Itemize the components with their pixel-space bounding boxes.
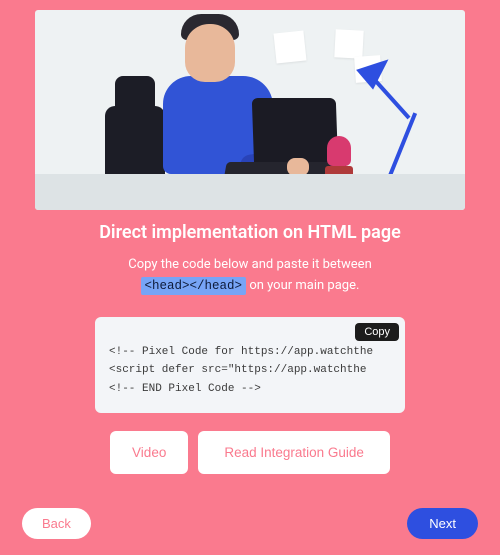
sticky-note-icon: [334, 29, 363, 58]
sticky-note-icon: [274, 31, 307, 64]
chair-icon: [105, 106, 165, 176]
code-block[interactable]: <!-- Pixel Code for https://app.watchthe…: [109, 343, 391, 399]
subtitle-text-post: on your main page.: [249, 278, 359, 293]
code-card: Copy <!-- Pixel Code for https://app.wat…: [95, 317, 405, 413]
subtitle-text-pre: Copy the code below and paste it between: [128, 257, 372, 272]
inline-code-snippet: <head></head>: [141, 277, 247, 295]
copy-button[interactable]: Copy: [355, 323, 399, 341]
back-button[interactable]: Back: [22, 508, 91, 539]
next-button[interactable]: Next: [407, 508, 478, 539]
desk-icon: [35, 174, 465, 210]
page-subtitle: Copy the code below and paste it between…: [40, 255, 460, 297]
code-line: <!-- Pixel Code for https://app.watchthe: [109, 346, 373, 358]
person-head: [185, 24, 235, 82]
page-title: Direct implementation on HTML page: [40, 222, 460, 243]
lamp-icon: [387, 112, 417, 178]
code-line: <script defer src="https://app.watchthe: [109, 364, 366, 376]
cactus-icon: [327, 136, 351, 166]
video-button[interactable]: Video: [110, 431, 188, 474]
integration-guide-button[interactable]: Read Integration Guide: [198, 431, 390, 474]
code-line: <!-- END Pixel Code -->: [109, 383, 261, 395]
hero-illustration: [35, 10, 465, 210]
